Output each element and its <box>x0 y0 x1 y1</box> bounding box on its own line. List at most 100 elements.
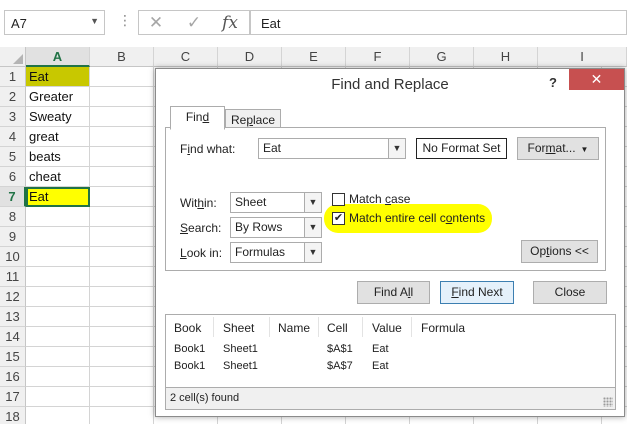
checkmark-icon[interactable]: ✓ <box>181 13 207 33</box>
tab-replace-pre: Re <box>230 113 247 127</box>
column-divider <box>213 317 214 337</box>
row-header-15[interactable]: 15 <box>0 347 26 367</box>
name-box[interactable]: A7 ▼ <box>4 10 105 35</box>
format-button[interactable]: Format... ▼ <box>517 137 599 160</box>
row-header-8[interactable]: 8 <box>0 207 26 227</box>
cell-a7[interactable]: Eat <box>26 187 90 207</box>
find-next-button[interactable]: Find Next <box>440 281 514 304</box>
tab-find-key: d <box>202 110 210 124</box>
results-list: Book Sheet Name Cell Value Formula Book1… <box>165 314 616 410</box>
column-header-h[interactable]: H <box>474 47 538 67</box>
match-entire-cell-checkbox[interactable]: ✔ <box>332 212 345 225</box>
column-divider <box>318 317 319 337</box>
results-header-cell[interactable]: Cell <box>327 321 348 335</box>
result-sheet: Sheet1 <box>223 343 258 355</box>
column-header-d[interactable]: D <box>218 47 282 67</box>
result-value: Eat <box>372 360 389 372</box>
column-header-i[interactable]: I <box>538 47 627 67</box>
row-header-3[interactable]: 3 <box>0 107 26 127</box>
row-header-5[interactable]: 5 <box>0 147 26 167</box>
find-what-label: Find what: <box>180 142 236 156</box>
resize-grip-icon[interactable] <box>603 397 613 407</box>
row-header-4[interactable]: 4 <box>0 127 26 147</box>
formula-input-value: Eat <box>261 16 281 31</box>
column-header-b[interactable]: B <box>90 47 154 67</box>
results-header-value[interactable]: Value <box>372 321 402 335</box>
row-header-11[interactable]: 11 <box>0 267 26 287</box>
cell-a3[interactable]: Sweaty <box>26 107 90 127</box>
chevron-down-icon[interactable]: ▼ <box>304 193 321 212</box>
result-sheet: Sheet1 <box>223 360 258 372</box>
row-header-14[interactable]: 14 <box>0 327 26 347</box>
results-header-name[interactable]: Name <box>278 321 310 335</box>
help-icon[interactable]: ? <box>545 73 561 93</box>
cell-a6[interactable]: cheat <box>26 167 90 187</box>
formula-buttons: ✕ ✓ fx <box>138 10 250 35</box>
close-icon[interactable]: ✕ <box>569 69 624 90</box>
row-header-6[interactable]: 6 <box>0 167 26 187</box>
search-value: By Rows <box>235 220 283 234</box>
chevron-down-icon[interactable]: ▼ <box>388 139 405 158</box>
column-header-a[interactable]: A <box>26 47 90 67</box>
insert-function-icon[interactable]: fx <box>217 13 243 33</box>
match-entire-cell-label[interactable]: Match entire cell contents <box>349 211 485 225</box>
chevron-down-icon[interactable]: ▼ <box>90 16 99 26</box>
column-header-f[interactable]: F <box>346 47 410 67</box>
caret-down-icon: ▼ <box>580 145 589 154</box>
chevron-down-icon[interactable]: ▼ <box>304 218 321 237</box>
format-preview: No Format Set <box>416 138 507 159</box>
look-in-label: Look in: <box>180 246 223 260</box>
column-divider <box>362 317 363 337</box>
find-replace-dialog: Find and Replace ? ✕ Find Replace Find w… <box>155 68 625 417</box>
column-header-g[interactable]: G <box>410 47 474 67</box>
row-header-13[interactable]: 13 <box>0 307 26 327</box>
search-select[interactable]: By Rows ▼ <box>230 217 322 238</box>
find-what-input[interactable]: Eat ▼ <box>258 138 406 159</box>
cell-a1[interactable]: Eat <box>26 67 90 87</box>
row-header-7[interactable]: 7 <box>0 187 26 207</box>
match-case-label[interactable]: Match case <box>349 192 410 206</box>
options-button[interactable]: Options << <box>521 240 598 263</box>
tab-replace-post: lace <box>253 113 276 127</box>
find-all-button[interactable]: Find All <box>357 281 430 304</box>
cell-a4[interactable]: great <box>26 127 90 147</box>
result-book: Book1 <box>174 360 206 372</box>
row-header-1[interactable]: 1 <box>0 67 26 87</box>
row-header-9[interactable]: 9 <box>0 227 26 247</box>
results-header-formula[interactable]: Formula <box>421 321 465 335</box>
row-header-16[interactable]: 16 <box>0 367 26 387</box>
row-header-18[interactable]: 18 <box>0 407 26 424</box>
column-divider <box>269 317 270 337</box>
chevron-down-icon[interactable]: ▼ <box>304 243 321 262</box>
status-bar: 2 cell(s) found <box>166 387 615 409</box>
drag-handle-icon[interactable]: ⋮ <box>118 12 132 29</box>
cell-a5[interactable]: beats <box>26 147 90 167</box>
row-header-12[interactable]: 12 <box>0 287 26 307</box>
row-header-2[interactable]: 2 <box>0 87 26 107</box>
row-header-17[interactable]: 17 <box>0 387 26 407</box>
column-header-c[interactable]: C <box>154 47 218 67</box>
tab-find[interactable]: Find <box>170 106 225 130</box>
find-panel: Find what: Eat ▼ No Format Set Format...… <box>165 127 606 271</box>
result-cell: $A$7 <box>327 360 353 372</box>
tab-find-pre: Fin <box>185 110 203 124</box>
match-case-checkbox[interactable] <box>332 193 345 206</box>
results-header-sheet[interactable]: Sheet <box>223 321 254 335</box>
result-book: Book1 <box>174 343 206 355</box>
find-what-value: Eat <box>263 141 282 155</box>
within-label: Within: <box>180 196 217 210</box>
formula-input[interactable]: Eat <box>250 10 627 35</box>
within-select[interactable]: Sheet ▼ <box>230 192 322 213</box>
column-header-e[interactable]: E <box>282 47 346 67</box>
select-all-corner[interactable] <box>0 47 26 67</box>
cell-a2[interactable]: Greater <box>26 87 90 107</box>
result-value: Eat <box>372 343 389 355</box>
name-box-value: A7 <box>11 16 27 31</box>
close-button[interactable]: Close <box>533 281 607 304</box>
row-header-10[interactable]: 10 <box>0 247 26 267</box>
results-count: 2 cell(s) found <box>170 392 240 404</box>
close-x-icon[interactable]: ✕ <box>143 13 169 33</box>
look-in-select[interactable]: Formulas ▼ <box>230 242 322 263</box>
look-in-value: Formulas <box>235 245 286 259</box>
results-header-book[interactable]: Book <box>174 321 201 335</box>
